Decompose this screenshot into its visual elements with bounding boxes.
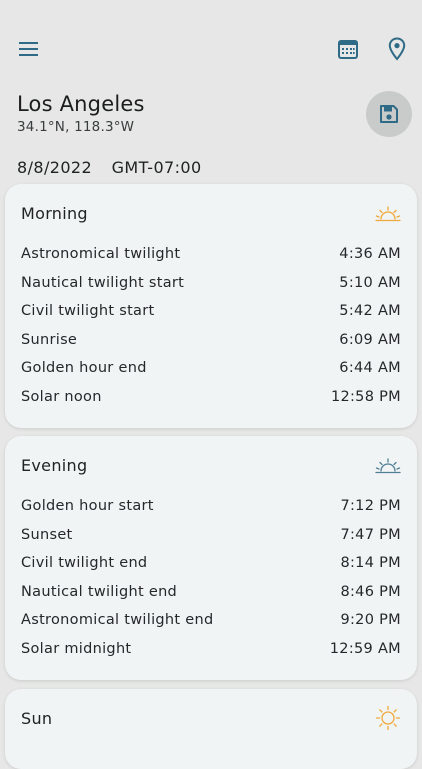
morning-title: Morning (21, 204, 88, 223)
row-label: Astronomical twilight (21, 246, 181, 263)
sun-card: Sun (5, 689, 417, 769)
location-header: Los Angeles 34.1°N, 118.3°W (17, 92, 145, 135)
list-item: Solar midnight 12:59 AM (21, 635, 401, 664)
evening-rows: Golden hour start 7:12 PM Sunset 7:47 PM C… (21, 492, 401, 663)
list-item: Nautical twilight end 8:46 PM (21, 578, 401, 607)
evening-title: Evening (21, 456, 88, 475)
row-label: Sunset (21, 526, 73, 543)
row-time: 6:44 AM (339, 360, 401, 377)
row-time: 5:10 AM (339, 274, 401, 291)
timezone-value: GMT-07:00 (111, 158, 202, 177)
row-label: Solar midnight (21, 640, 132, 657)
row-time: 8:14 PM (340, 555, 401, 572)
date-line[interactable]: 8/8/2022 GMT-07:00 (17, 158, 202, 177)
row-label: Civil twilight start (21, 303, 155, 320)
city-name: Los Angeles (17, 92, 145, 116)
row-time: 5:42 AM (339, 303, 401, 320)
sun-title: Sun (21, 709, 53, 728)
morning-rows: Astronomical twilight 4:36 AM Nautical tw… (21, 240, 401, 411)
row-time: 7:47 PM (340, 526, 401, 543)
list-item: Civil twilight end 8:14 PM (21, 549, 401, 578)
row-label: Solar noon (21, 388, 102, 405)
row-label: Sunrise (21, 331, 78, 348)
list-item: Civil twilight start 5:42 AM (21, 297, 401, 326)
sunset-icon (375, 458, 401, 478)
top-app-bar (0, 0, 422, 90)
row-time: 4:36 AM (339, 246, 401, 263)
morning-card: Morning Astronomical twilight 4:36 AM Nau… (5, 184, 417, 428)
row-time: 8:46 PM (340, 583, 401, 600)
hamburger-menu-icon[interactable] (14, 34, 44, 64)
calendar-icon[interactable] (333, 34, 363, 64)
location-pin-icon[interactable] (382, 34, 412, 64)
save-location-button[interactable] (366, 91, 412, 137)
row-label: Civil twilight end (21, 555, 148, 572)
row-label: Astronomical twilight end (21, 612, 214, 629)
evening-card: Evening Golden hour start 7:12 PM Sunset 7… (5, 436, 417, 680)
floppy-disk-icon (380, 105, 398, 123)
date-value: 8/8/2022 (17, 158, 93, 177)
row-time: 12:58 PM (330, 388, 401, 405)
row-time: 12:59 AM (329, 640, 401, 657)
row-label: Golden hour start (21, 498, 154, 515)
row-label: Golden hour end (21, 360, 147, 377)
list-item: Golden hour start 7:12 PM (21, 492, 401, 521)
list-item: Astronomical twilight end 9:20 PM (21, 606, 401, 635)
row-time: 7:12 PM (340, 498, 401, 515)
list-item: Astronomical twilight 4:36 AM (21, 240, 401, 269)
list-item: Golden hour end 6:44 AM (21, 354, 401, 383)
sun-icon (375, 705, 401, 735)
sunrise-icon (375, 206, 401, 226)
row-label: Nautical twilight end (21, 583, 178, 600)
list-item: Sunrise 6:09 AM (21, 326, 401, 355)
coordinates: 34.1°N, 118.3°W (17, 119, 135, 135)
row-time: 6:09 AM (339, 331, 401, 348)
list-item: Sunset 7:47 PM (21, 521, 401, 550)
row-label: Nautical twilight start (21, 274, 185, 291)
list-item: Solar noon 12:58 PM (21, 383, 401, 412)
row-time: 9:20 PM (340, 612, 401, 629)
list-item: Nautical twilight start 5:10 AM (21, 269, 401, 298)
